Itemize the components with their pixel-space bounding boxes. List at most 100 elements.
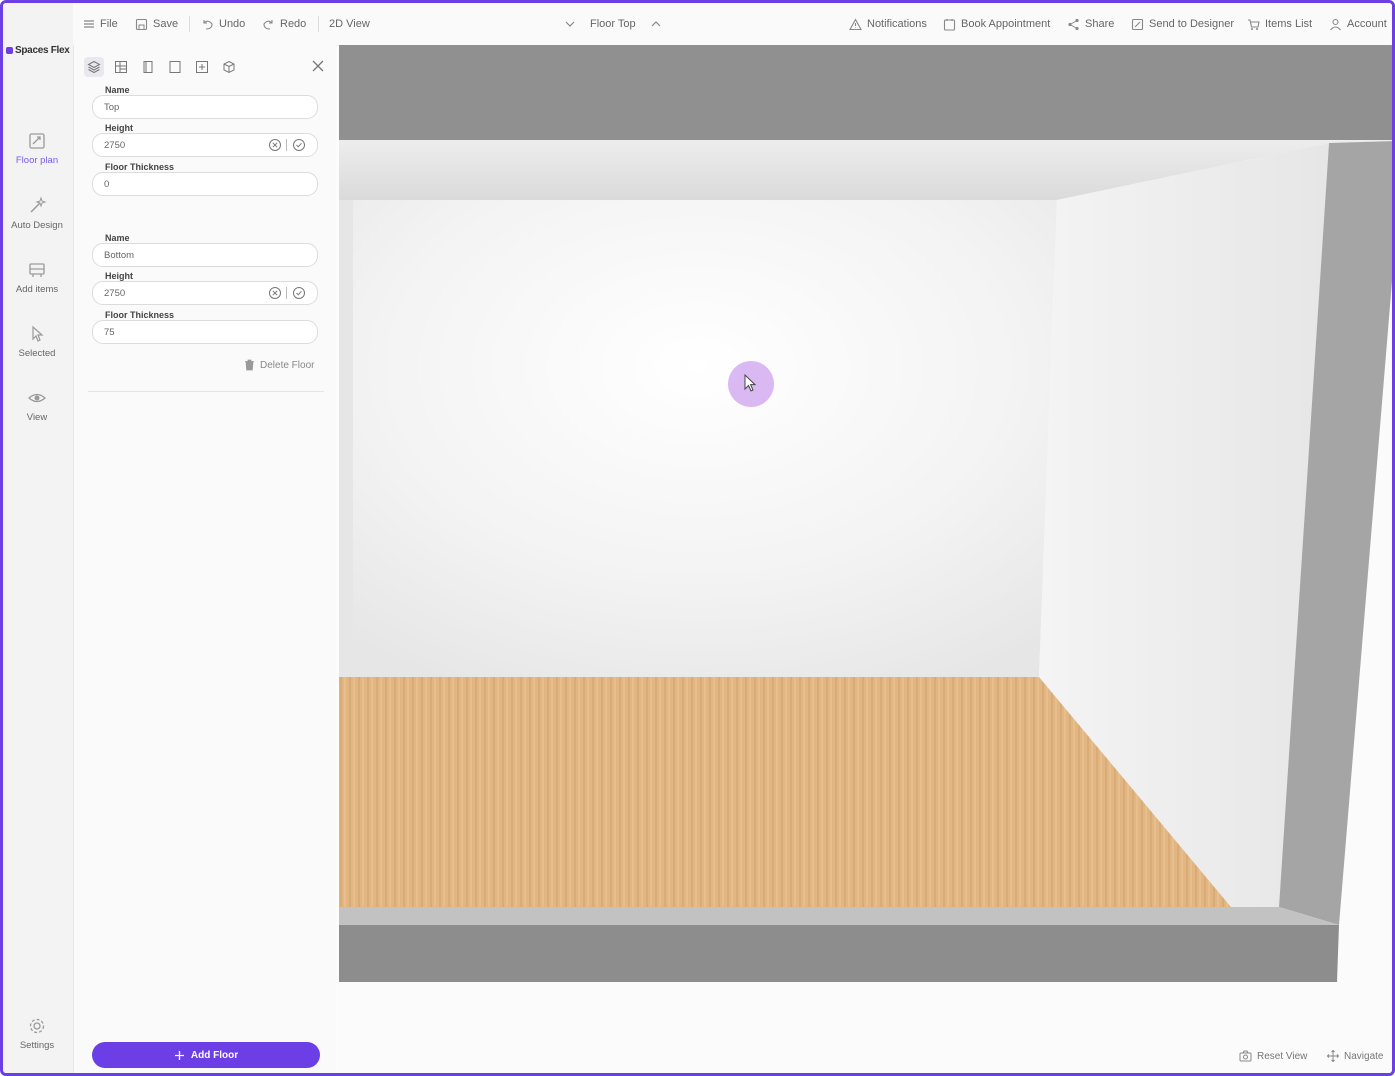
tab-panel[interactable]: [192, 57, 212, 77]
redo-label: Redo: [280, 18, 307, 30]
floor-thickness-field[interactable]: Floor Thickness: [92, 310, 318, 344]
items-list-button[interactable]: Items List: [1247, 16, 1312, 32]
notifications-label: Notifications: [867, 18, 927, 30]
floor-name-field[interactable]: Name: [92, 85, 318, 119]
tab-door[interactable]: [138, 57, 158, 77]
tab-cube[interactable]: [219, 57, 239, 77]
rail-item-add-items[interactable]: Add items: [3, 260, 71, 295]
close-icon[interactable]: [310, 58, 326, 74]
undo-button[interactable]: Undo: [201, 16, 245, 32]
tab-layers[interactable]: [84, 57, 104, 77]
camera-icon: [1239, 1050, 1252, 1062]
3d-viewport[interactable]: Reset View Navigate: [339, 45, 1395, 1073]
confirm-icon[interactable]: [292, 286, 306, 300]
field-divider: [286, 139, 287, 151]
floor-name-field[interactable]: Name: [92, 233, 318, 267]
undo-icon: [203, 19, 213, 30]
view-toggle-label: 2D View: [329, 18, 370, 30]
field-label: Name: [103, 85, 132, 95]
door-icon: [143, 61, 153, 73]
back-wall: [339, 200, 1057, 677]
send-to-designer-button[interactable]: Send to Designer: [1131, 16, 1234, 32]
view-toggle-button[interactable]: 2D View: [329, 16, 370, 32]
panel-divider: [88, 391, 324, 392]
toolbar-divider: [189, 16, 190, 32]
floor-plan-icon: [29, 133, 45, 149]
file-label: File: [100, 18, 118, 30]
ceiling-slab: [339, 45, 1392, 140]
share-button[interactable]: Share: [1067, 16, 1114, 32]
floor-name-input[interactable]: [104, 248, 254, 262]
floor-thickness-input[interactable]: [104, 177, 254, 191]
floor-thickness-input[interactable]: [104, 325, 254, 339]
floor-thickness-field[interactable]: Floor Thickness: [92, 162, 318, 196]
rail-item-selected[interactable]: Selected: [3, 324, 71, 359]
pointer-icon: [32, 325, 44, 342]
floor-height-input[interactable]: [104, 286, 254, 300]
floor-name-input[interactable]: [104, 100, 254, 114]
field-label: Height: [103, 123, 135, 133]
tab-grid[interactable]: [111, 57, 131, 77]
brand-name: Spaces Flex: [15, 45, 70, 56]
toolbar-divider: [318, 16, 319, 32]
field-label: Floor Thickness: [103, 162, 177, 172]
floor-slab: [339, 925, 1339, 982]
move-arrows-icon: [1327, 1050, 1339, 1062]
floor-selector[interactable]: Floor Top: [563, 16, 663, 32]
panel-icon: [196, 61, 208, 73]
clear-icon[interactable]: [268, 138, 282, 152]
add-floor-button[interactable]: Add Floor: [92, 1042, 320, 1068]
navigate-label: Navigate: [1344, 1050, 1384, 1062]
room-scene[interactable]: [339, 45, 1395, 1073]
account-label: Account: [1347, 18, 1387, 30]
trash-icon: [245, 359, 254, 371]
brand-logo[interactable]: Spaces Flex: [6, 45, 70, 56]
rail-item-label: Floor plan: [15, 155, 59, 166]
file-menu[interactable]: File: [83, 16, 118, 32]
mouse-pointer-icon: [744, 373, 757, 392]
notifications-button[interactable]: Notifications: [849, 16, 927, 32]
delete-floor-button[interactable]: Delete Floor: [244, 359, 314, 371]
floor-height-field[interactable]: Height: [92, 123, 318, 157]
rail-item-auto-design[interactable]: Auto Design: [3, 196, 71, 231]
navigate-button[interactable]: Navigate: [1327, 1050, 1383, 1062]
save-button[interactable]: Save: [135, 16, 178, 32]
rail-item-view[interactable]: View: [3, 388, 71, 423]
chevron-down-icon[interactable]: [563, 17, 577, 31]
undo-label: Undo: [219, 18, 246, 30]
grid-icon: [115, 61, 127, 73]
delete-floor-label: Delete Floor: [260, 359, 315, 371]
hamburger-icon: [84, 20, 94, 28]
chevron-up-icon[interactable]: [649, 17, 663, 31]
items-list-label: Items List: [1265, 18, 1313, 30]
cube-icon: [223, 60, 235, 74]
rail-item-label: Auto Design: [11, 220, 63, 231]
rail-item-settings[interactable]: Settings: [3, 1016, 71, 1051]
warning-icon: [849, 17, 862, 30]
designer-icon: [1131, 18, 1144, 30]
rail-item-label: View: [26, 412, 48, 423]
floor-height-input[interactable]: [104, 138, 254, 152]
tab-window[interactable]: [165, 57, 185, 77]
rail-item-floor-plan[interactable]: Floor plan: [3, 131, 71, 166]
logo-mark-icon: [6, 47, 13, 54]
left-wall: [339, 200, 353, 677]
magic-wand-icon: [30, 196, 47, 213]
save-label: Save: [153, 18, 179, 30]
field-label: Floor Thickness: [103, 310, 177, 320]
send-to-designer-label: Send to Designer: [1149, 18, 1234, 30]
reset-view-button[interactable]: Reset View: [1239, 1050, 1307, 1062]
cursor-highlight: [728, 361, 774, 407]
floor-front-edge: [339, 907, 1339, 925]
floor-height-field[interactable]: Height: [92, 271, 318, 305]
account-button[interactable]: Account: [1329, 16, 1387, 32]
book-appointment-button[interactable]: Book Appointment: [943, 16, 1050, 32]
clear-icon[interactable]: [268, 286, 282, 300]
window-icon: [169, 61, 181, 73]
cart-icon: [1248, 18, 1260, 30]
rail-item-label: Settings: [19, 1040, 55, 1051]
confirm-icon[interactable]: [292, 138, 306, 152]
redo-button[interactable]: Redo: [262, 16, 306, 32]
rail-item-label: Selected: [18, 348, 56, 359]
save-icon: [135, 18, 148, 30]
